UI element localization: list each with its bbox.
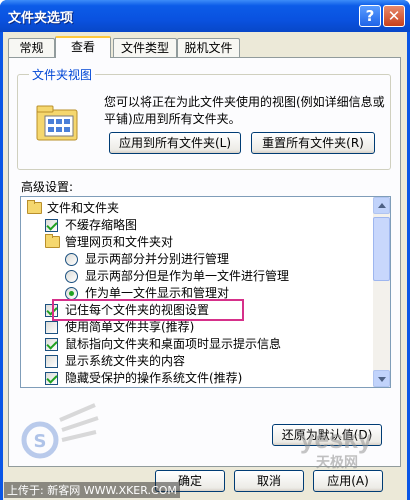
annotation-highlight-box	[52, 299, 244, 321]
cancel-button[interactable]: 取消	[234, 470, 304, 492]
checkbox-unchecked[interactable]	[45, 355, 58, 368]
title-bar[interactable]: 文件夹选项 ? ✕	[0, 0, 410, 32]
option-label: 隐藏受保护的操作系统文件(推荐)	[65, 371, 243, 385]
option-label: 不缓存缩略图	[65, 218, 138, 232]
option-label: 显示两部分但是作为单一文件进行管理	[85, 269, 290, 283]
window-title: 文件夹选项	[8, 11, 74, 26]
scrollbar-thumb[interactable]	[373, 217, 390, 281]
radio-button[interactable]	[65, 270, 78, 283]
folder-views-description: 您可以将正在为此文件夹使用的视图(例如详细信息或平铺)应用到所有文件夹。	[104, 95, 385, 126]
checkbox-checked[interactable]	[45, 338, 58, 351]
tab-file-types[interactable]: 文件类型	[113, 38, 177, 58]
option-label: 显示两部分并分别进行管理	[85, 252, 230, 266]
radio-button[interactable]	[65, 253, 78, 266]
close-button[interactable]: ✕	[383, 5, 405, 27]
checkbox-unchecked[interactable]	[45, 321, 58, 334]
help-button[interactable]: ?	[359, 5, 381, 27]
advanced-list-scrollbar[interactable]	[373, 197, 390, 387]
ok-button[interactable]: 确定	[155, 470, 225, 492]
checkbox-checked[interactable]	[45, 372, 58, 385]
tree-item-label: 管理网页和文件夹对	[65, 235, 174, 249]
xker-logo-watermark: S	[21, 403, 99, 459]
tab-view[interactable]: 查看	[55, 36, 111, 58]
folder-views-icon	[36, 105, 78, 141]
scroll-up-arrow-icon[interactable]	[373, 197, 390, 214]
apply-to-all-folders-button[interactable]: 应用到所有文件夹(L)	[109, 132, 241, 154]
tree-item-label: 文件和文件夹	[47, 201, 120, 215]
checkbox-checked[interactable]	[45, 219, 58, 232]
folder-icon	[27, 200, 42, 214]
folder-icon	[45, 234, 60, 248]
option-label: 使用简单文件共享(推荐)	[65, 320, 195, 334]
scroll-down-arrow-icon[interactable]	[373, 370, 390, 387]
tab-offline-files[interactable]: 脱机文件	[177, 38, 240, 58]
option-label: 鼠标指向文件夹和桌面项时显示提示信息	[65, 337, 282, 351]
advanced-settings-label: 高级设置:	[21, 180, 74, 194]
reset-all-folders-button[interactable]: 重置所有文件夹(R)	[251, 132, 375, 154]
restore-defaults-button[interactable]: 还原为默认值(D)	[272, 424, 382, 446]
apply-button[interactable]: 应用(A)	[313, 470, 383, 492]
advanced-settings-list[interactable]: 文件和文件夹 不缓存缩略图 管理网页和文件夹对 显示两部分并分别进行管理 显示两…	[20, 196, 391, 388]
svg-text:S: S	[34, 431, 47, 452]
folder-views-legend: 文件夹视图	[29, 66, 96, 83]
tab-general[interactable]: 常规	[8, 38, 55, 58]
option-label: 显示系统文件夹的内容	[65, 354, 186, 368]
